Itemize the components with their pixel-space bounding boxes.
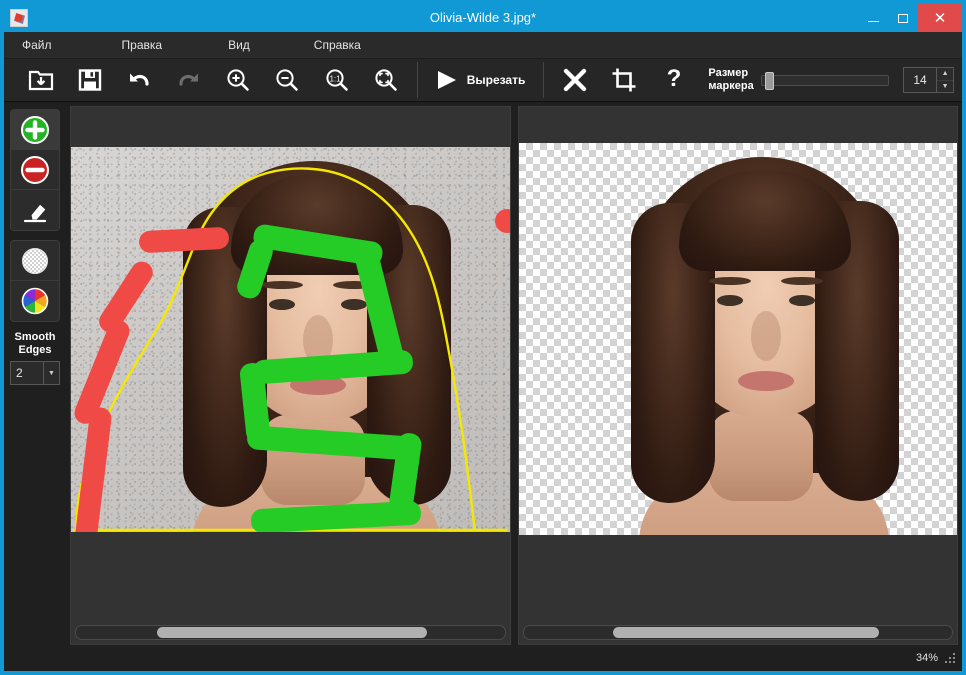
- zoom-actual-size-icon: 1:1: [326, 69, 348, 91]
- question-mark-icon: ?: [666, 67, 681, 92]
- window-controls: ✕: [858, 4, 962, 32]
- svg-text:?: ?: [666, 67, 681, 92]
- green-plus-icon: [21, 115, 49, 144]
- source-image-panel[interactable]: [70, 106, 511, 645]
- smooth-edges-label: Smooth Edges: [15, 331, 56, 357]
- result-lips-shape: [737, 371, 794, 391]
- menu-view[interactable]: Вид: [218, 32, 260, 59]
- zoom-out-button[interactable]: [263, 59, 312, 102]
- result-hscrollbar-thumb[interactable]: [613, 627, 880, 638]
- selection-tool-group: [10, 109, 60, 231]
- cut-out-button[interactable]: Вырезать: [424, 60, 538, 100]
- tool-sidebar: Smooth Edges 2 ▼: [4, 102, 66, 645]
- eraser-icon: [23, 203, 47, 223]
- menu-file[interactable]: Файл: [12, 32, 62, 59]
- marker-size-value[interactable]: 14: [904, 68, 936, 92]
- zoom-out-icon: [276, 69, 299, 91]
- redo-button[interactable]: [164, 59, 213, 102]
- title-bar: Olivia-Wilde 3.jpg* ✕: [4, 4, 962, 32]
- remove-from-selection-tool[interactable]: [11, 150, 59, 190]
- toolbar: 1:1 Вырезать ? Размер маркера 14 ▲ ▼: [4, 59, 962, 102]
- result-right-eye: [788, 295, 815, 306]
- smooth-edges-value[interactable]: 2: [11, 362, 43, 384]
- zoom-fit-icon: [375, 69, 397, 91]
- marker-size-stepper[interactable]: 14 ▲ ▼: [903, 67, 955, 93]
- maximize-button[interactable]: [888, 4, 918, 32]
- result-neck-shape: [708, 411, 813, 501]
- marker-size-label-line2: маркера: [708, 80, 754, 92]
- chevron-down-icon[interactable]: ▼: [43, 362, 59, 384]
- marker-size-slider[interactable]: [760, 72, 890, 90]
- redo-icon: [178, 73, 198, 86]
- cut-out-label: Вырезать: [466, 73, 526, 87]
- marker-size-label-line1: Размер: [708, 67, 749, 79]
- color-wheel-icon: [21, 287, 49, 315]
- undo-icon: [130, 73, 149, 86]
- delete-button[interactable]: [550, 59, 599, 102]
- zoom-actual-size-button[interactable]: 1:1: [312, 59, 361, 102]
- eraser-tool[interactable]: [11, 190, 59, 230]
- spin-up-icon[interactable]: ▲: [937, 68, 954, 81]
- spin-down-icon[interactable]: ▼: [937, 81, 953, 93]
- source-photo: [71, 147, 510, 532]
- checkerboard-circle-icon: [22, 247, 48, 274]
- selection-outline-overlay: [73, 167, 507, 532]
- background-tool-group: [10, 240, 60, 322]
- result-scroll-row: [519, 622, 958, 644]
- marker-size-label: Размер маркера: [708, 67, 753, 93]
- smooth-edges-dropdown[interactable]: 2 ▼: [10, 361, 60, 385]
- zoom-in-button[interactable]: [213, 59, 262, 102]
- color-background-tool[interactable]: [11, 281, 59, 321]
- open-file-button[interactable]: [16, 59, 65, 102]
- zoom-fit-button[interactable]: [361, 59, 410, 102]
- application-window: Olivia-Wilde 3.jpg* ✕ Файл Правка Вид Сп…: [0, 0, 966, 675]
- crop-button[interactable]: [600, 59, 649, 102]
- image-panels: [66, 102, 962, 645]
- undo-button[interactable]: [115, 59, 164, 102]
- smooth-edges-label-line2: Edges: [18, 344, 52, 356]
- workspace: Smooth Edges 2 ▼: [4, 102, 962, 645]
- source-hscrollbar[interactable]: [75, 625, 506, 640]
- save-button[interactable]: [65, 59, 114, 102]
- window-title: Olivia-Wilde 3.jpg*: [429, 10, 537, 25]
- zoom-level-indicator: 34%: [915, 652, 938, 664]
- menu-edit[interactable]: Правка: [112, 32, 173, 59]
- marker-size-slider-track: [760, 75, 890, 86]
- marker-size-spin-arrows: ▲ ▼: [936, 68, 954, 93]
- marker-size-slider-thumb[interactable]: [764, 72, 774, 90]
- app-icon: [10, 9, 28, 27]
- result-canvas[interactable]: [518, 107, 957, 622]
- result-right-eyebrow: [780, 277, 823, 285]
- close-button[interactable]: ✕: [918, 4, 962, 32]
- zoom-in-icon: [227, 69, 249, 91]
- smooth-edges-label-line1: Smooth: [14, 331, 56, 343]
- result-nose-shape: [750, 311, 781, 361]
- minimize-button[interactable]: [858, 4, 888, 32]
- resize-grip-icon[interactable]: [945, 652, 956, 664]
- source-scroll-row: [71, 622, 510, 644]
- help-button[interactable]: ?: [649, 59, 698, 102]
- source-canvas[interactable]: [71, 107, 510, 622]
- status-bar: 34%: [4, 645, 962, 671]
- result-left-eyebrow: [708, 277, 751, 285]
- toolbar-divider-2: [543, 62, 545, 98]
- transparent-background-tool[interactable]: [11, 241, 59, 281]
- save-icon: [78, 69, 102, 91]
- red-minus-icon: [21, 155, 49, 184]
- add-to-selection-tool[interactable]: [11, 110, 59, 150]
- toolbar-divider-1: [416, 62, 418, 98]
- result-left-eye: [716, 295, 743, 306]
- svg-text:1:1: 1:1: [329, 75, 341, 84]
- menu-help[interactable]: Справка: [304, 32, 371, 59]
- close-x-icon: [563, 68, 587, 92]
- marker-stroke-red-4: [138, 226, 230, 254]
- result-photo: [518, 143, 957, 535]
- result-image-panel[interactable]: [517, 106, 958, 645]
- crop-icon: [612, 68, 636, 92]
- menu-bar: Файл Правка Вид Справка: [4, 32, 962, 59]
- folder-open-icon: [28, 70, 53, 91]
- play-icon: [437, 71, 456, 89]
- source-hscrollbar-thumb[interactable]: [157, 627, 428, 638]
- result-hscrollbar[interactable]: [522, 625, 953, 640]
